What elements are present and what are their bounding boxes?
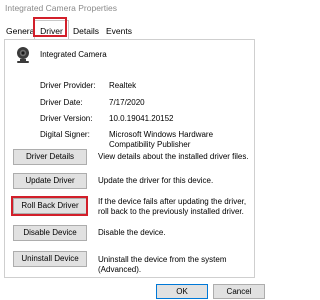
title-bar: Integrated Camera Properties bbox=[0, 0, 259, 16]
device-name: Integrated Camera bbox=[40, 50, 107, 59]
window-title: Integrated Camera Properties bbox=[5, 3, 117, 13]
roll-back-driver-description: If the device fails after updating the d… bbox=[98, 197, 247, 216]
uninstall-device-description: Uninstall the device from the system (Ad… bbox=[98, 255, 227, 274]
webcam-icon bbox=[17, 47, 29, 63]
digital-signer-value: Microsoft Windows Hardware Compatibility… bbox=[109, 130, 214, 149]
driver-provider-label: Driver Provider: bbox=[40, 81, 96, 90]
digital-signer-label: Digital Signer: bbox=[40, 130, 90, 139]
tab-events[interactable]: Events bbox=[103, 23, 135, 39]
driver-date-value: 7/17/2020 bbox=[109, 98, 145, 107]
driver-date-label: Driver Date: bbox=[40, 98, 83, 107]
ok-button[interactable]: OK bbox=[156, 284, 208, 299]
update-driver-button[interactable]: Update Driver bbox=[13, 173, 87, 189]
disable-device-description: Disable the device. bbox=[98, 228, 166, 237]
driver-details-description: View details about the installed driver … bbox=[98, 152, 249, 161]
driver-details-button[interactable]: Driver Details bbox=[13, 149, 87, 165]
tab-general[interactable]: General bbox=[6, 23, 36, 39]
cancel-button[interactable]: Cancel bbox=[213, 284, 265, 299]
properties-dialog: Integrated Camera Properties General Dri… bbox=[0, 0, 265, 300]
update-driver-description: Update the driver for this device. bbox=[98, 176, 214, 185]
tab-details[interactable]: Details bbox=[70, 23, 102, 39]
driver-version-value: 10.0.19041.20152 bbox=[109, 114, 174, 123]
driver-provider-value: Realtek bbox=[109, 81, 137, 90]
disable-device-button[interactable]: Disable Device bbox=[13, 225, 87, 241]
driver-tab-highlight-box bbox=[33, 17, 67, 37]
roll-back-highlight-box bbox=[11, 196, 88, 216]
driver-version-label: Driver Version: bbox=[40, 114, 93, 123]
uninstall-device-button[interactable]: Uninstall Device bbox=[13, 251, 87, 267]
